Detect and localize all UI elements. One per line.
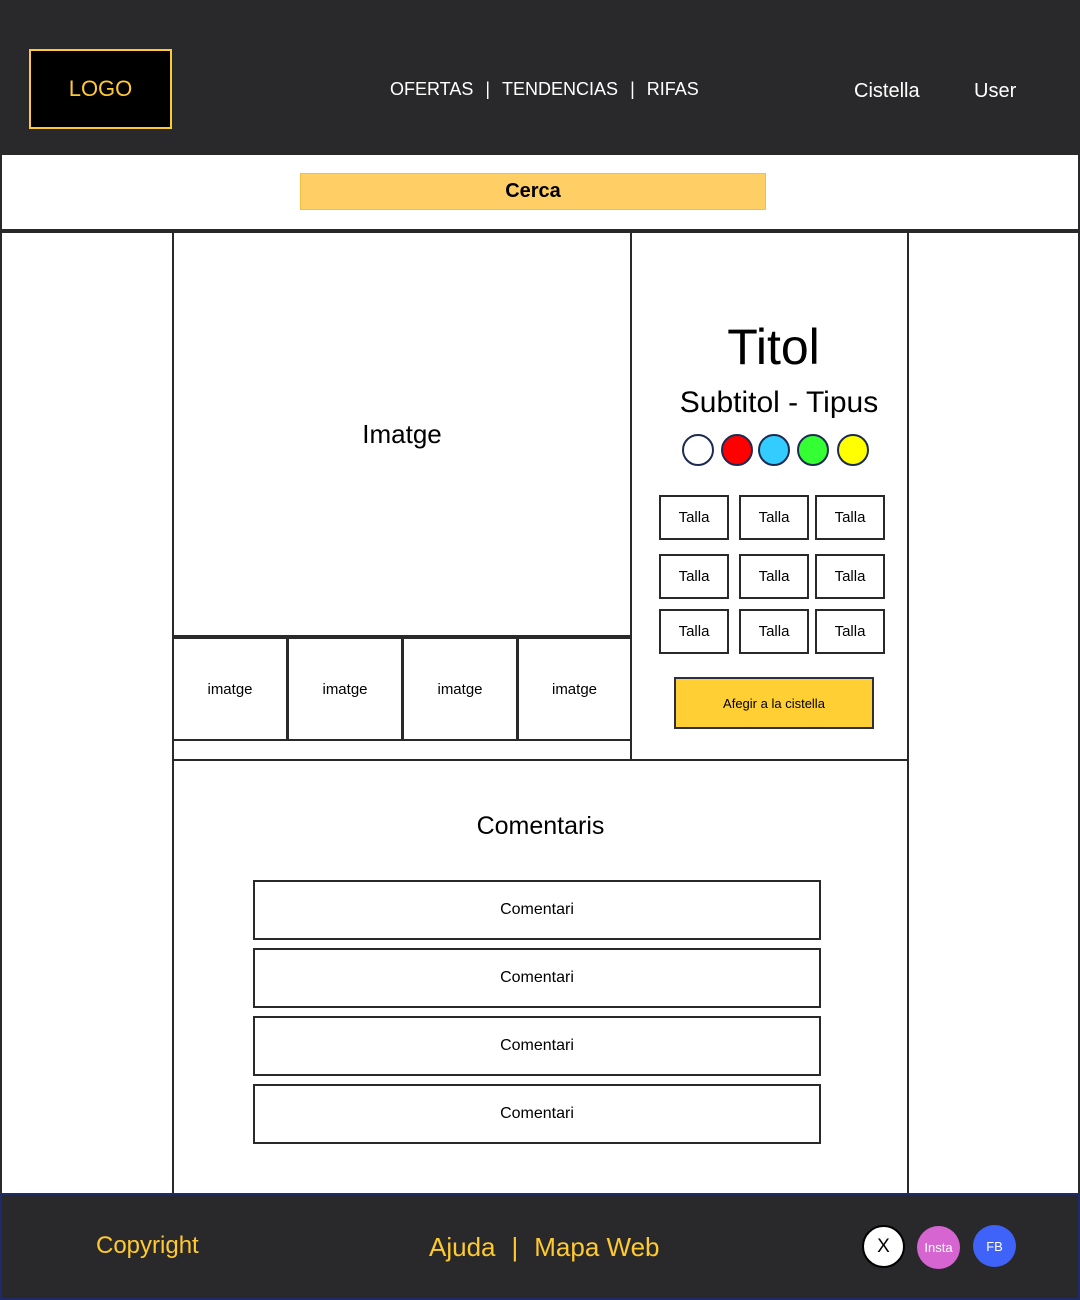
social-instagram-button[interactable]: Insta <box>917 1226 960 1269</box>
user-link[interactable]: User <box>974 80 1016 103</box>
color-swatch-yellow[interactable] <box>837 434 869 466</box>
comment-item: Comentari <box>253 1084 821 1144</box>
footer-links: Ajuda | Mapa Web <box>429 1232 660 1263</box>
footer-separator: | <box>511 1232 519 1262</box>
nav-separator: | <box>485 78 491 99</box>
footer-link-sitemap[interactable]: Mapa Web <box>534 1232 659 1263</box>
main-nav: OFERTAS | TENDENCIAS | RIFAS <box>390 78 699 100</box>
comment-item: Comentari <box>253 1016 821 1076</box>
size-option-4[interactable]: Talla <box>659 554 729 599</box>
size-option-5[interactable]: Talla <box>739 554 809 599</box>
thumbnail-2[interactable]: imatge <box>287 637 403 741</box>
social-facebook-button[interactable]: FB <box>973 1225 1016 1267</box>
main-image: Imatge <box>172 231 632 637</box>
color-swatch-white[interactable] <box>682 434 714 466</box>
thumbnail-3[interactable]: imatge <box>402 637 518 741</box>
comment-item: Comentari <box>253 880 821 940</box>
comments-title: Comentaris <box>476 812 605 840</box>
size-option-7[interactable]: Talla <box>659 609 729 654</box>
thumbnail-4[interactable]: imatge <box>517 637 632 741</box>
size-option-3[interactable]: Talla <box>815 495 885 540</box>
nav-item-tendencias[interactable]: TENDENCIAS <box>502 79 618 100</box>
product-subtitle: Subtitol - Tipus <box>679 386 879 419</box>
copyright-text: Copyright <box>96 1232 199 1259</box>
right-column <box>907 231 1080 1195</box>
add-to-basket-button[interactable]: Afegir a la cistella <box>674 677 874 729</box>
size-option-1[interactable]: Talla <box>659 495 729 540</box>
left-column <box>0 231 174 1195</box>
size-option-2[interactable]: Talla <box>739 495 809 540</box>
footer-link-help[interactable]: Ajuda <box>429 1232 496 1263</box>
size-option-9[interactable]: Talla <box>815 609 885 654</box>
logo[interactable]: LOGO <box>29 49 172 129</box>
social-x-button[interactable]: X <box>862 1225 905 1268</box>
nav-item-ofertas[interactable]: OFERTAS <box>390 79 473 100</box>
nav-separator: | <box>630 78 635 99</box>
search-button[interactable]: Cerca <box>300 173 766 210</box>
thumbnail-1[interactable]: imatge <box>172 637 288 741</box>
color-swatch-red[interactable] <box>721 434 753 466</box>
product-title: Titol <box>727 319 820 375</box>
comment-item: Comentari <box>253 948 821 1008</box>
color-swatch-blue[interactable] <box>758 434 790 466</box>
basket-link[interactable]: Cistella <box>854 80 920 103</box>
size-option-6[interactable]: Talla <box>815 554 885 599</box>
color-swatch-green[interactable] <box>797 434 829 466</box>
size-option-8[interactable]: Talla <box>739 609 809 654</box>
nav-item-rifas[interactable]: RIFAS <box>647 79 699 100</box>
